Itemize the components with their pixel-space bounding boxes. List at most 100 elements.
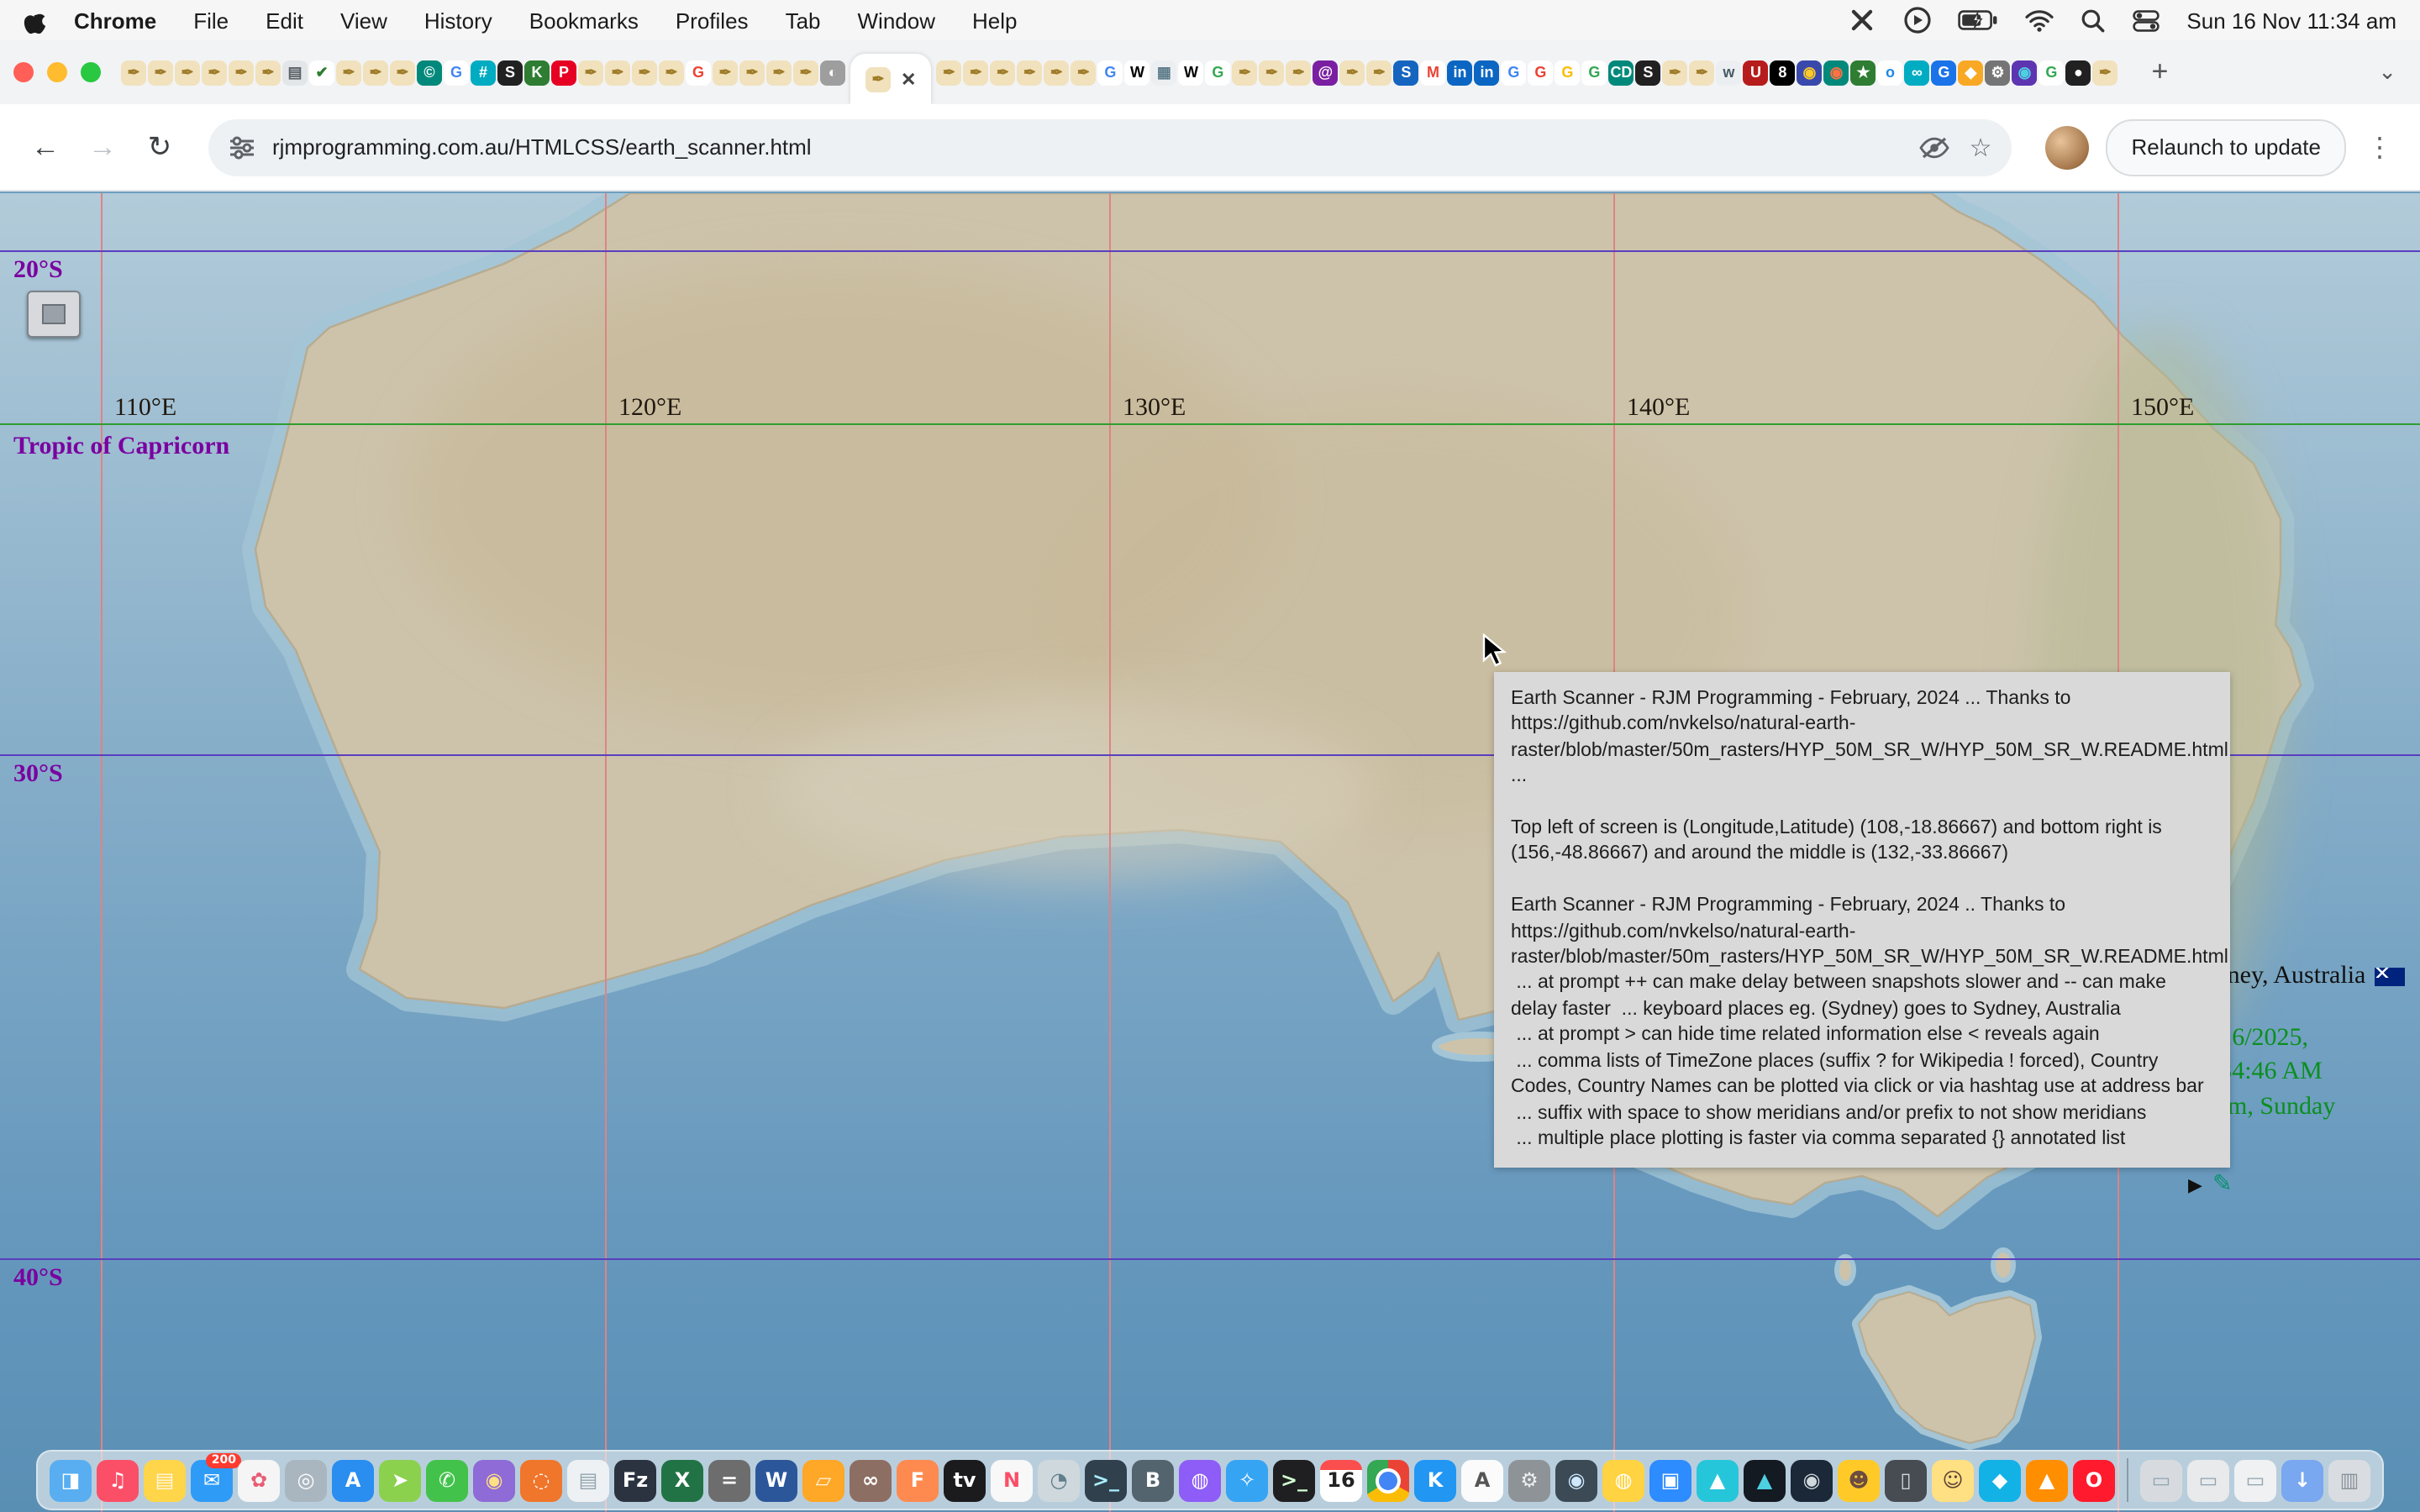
menu-item-chrome[interactable]: Chrome	[74, 8, 156, 33]
menu-item-view[interactable]: View	[340, 8, 387, 33]
steam-dock-icon[interactable]: ◉	[1791, 1459, 1833, 1501]
finale-dock-icon[interactable]: Fz	[614, 1459, 656, 1501]
tab-favicon-left-17[interactable]: P	[551, 60, 576, 85]
bbedit-dock-icon[interactable]: B	[1132, 1459, 1174, 1501]
tab-favicon-left-8[interactable]: ✔	[309, 60, 334, 85]
tab-favicon-right-26[interactable]: CD	[1608, 60, 1634, 85]
tab-favicon-right-39[interactable]: ◆	[1958, 60, 1983, 85]
control-center-icon[interactable]	[2133, 9, 2160, 31]
apple-tv-dock-icon[interactable]: tv	[944, 1459, 986, 1501]
tab-favicon-right-24[interactable]: G	[1555, 60, 1580, 85]
tab-favicon-right-13[interactable]: ✒	[1259, 60, 1284, 85]
tab-favicon-right-10[interactable]: W	[1178, 60, 1203, 85]
wifi-icon[interactable]	[2025, 9, 2054, 31]
tab-favicon-right-23[interactable]: G	[1528, 60, 1553, 85]
window-close-button[interactable]	[13, 62, 34, 82]
tab-favicon-right-6[interactable]: ✒	[1071, 60, 1096, 85]
tab-favicon-right-5[interactable]: ✒	[1044, 60, 1069, 85]
tab-favicon-left-7[interactable]: ▤	[282, 60, 308, 85]
word-dock-icon[interactable]: W	[755, 1459, 797, 1501]
tab-favicon-left-5[interactable]: ✒	[229, 60, 254, 85]
earth-scanner-map[interactable]: 110°E120°E130°E140°E150°E20°S30°S40°STro…	[0, 193, 2420, 1512]
profile-avatar[interactable]	[2045, 125, 2089, 169]
calculator-dock-icon[interactable]: =	[708, 1459, 750, 1501]
pencil-icon[interactable]: ✎	[2212, 1172, 2232, 1199]
snapshot-thumbnail[interactable]	[27, 291, 81, 338]
photo-booth-dock-icon[interactable]: ◉	[473, 1459, 515, 1501]
edit-row-2[interactable]: ▶ ✎	[2188, 1172, 2404, 1199]
tab-favicon-right-9[interactable]: ▦	[1151, 60, 1176, 85]
chrome-menu-icon[interactable]: ⋮	[2360, 130, 2400, 164]
active-tab[interactable]: ✒ ✕	[850, 54, 931, 104]
tab-favicon-right-40[interactable]: ⚙	[1985, 60, 2010, 85]
tab-favicon-left-11[interactable]: ✒	[390, 60, 415, 85]
tab-favicon-right-18[interactable]: S	[1393, 60, 1418, 85]
spotlight-search-icon[interactable]	[2081, 8, 2106, 33]
menubar-clock[interactable]: Sun 16 Nov 11:34 am	[2186, 8, 2396, 33]
window-thumb-1-dock-icon[interactable]: ▭	[2140, 1459, 2182, 1501]
new-tab-button[interactable]: +	[2141, 55, 2178, 89]
tab-favicon-right-31[interactable]: U	[1743, 60, 1768, 85]
documents-dock-icon[interactable]: ▤	[567, 1459, 609, 1501]
tab-favicon-left-22[interactable]: G	[686, 60, 711, 85]
tab-favicon-right-4[interactable]: ✒	[1017, 60, 1042, 85]
tab-favicon-right-34[interactable]: ◉	[1823, 60, 1849, 85]
reload-button[interactable]: ↻	[134, 122, 185, 172]
tab-close-icon[interactable]: ✕	[901, 68, 916, 90]
tab-favicon-left-4[interactable]: ✒	[202, 60, 227, 85]
tab-favicon-right-15[interactable]: @	[1313, 60, 1338, 85]
tab-favicon-left-19[interactable]: ✒	[605, 60, 630, 85]
tab-favicon-left-21[interactable]: ✒	[659, 60, 684, 85]
tab-favicon-left-24[interactable]: ✒	[739, 60, 765, 85]
window-thumb-2-dock-icon[interactable]: ▭	[2187, 1459, 2229, 1501]
site-settings-icon[interactable]	[229, 135, 255, 159]
preview-dock-icon[interactable]: ◎	[285, 1459, 327, 1501]
finder-dock-icon[interactable]: ◨	[50, 1459, 92, 1501]
tab-favicon-right-33[interactable]: ◉	[1797, 60, 1822, 85]
calendar-dock-icon[interactable]: 16	[1320, 1459, 1362, 1501]
tab-favicon-right-38[interactable]: G	[1931, 60, 1956, 85]
chrome-dock-icon[interactable]	[1367, 1459, 1409, 1501]
menu-item-help[interactable]: Help	[972, 8, 1018, 33]
mail-dock-icon[interactable]: ✉200	[191, 1459, 233, 1501]
forward-button[interactable]: →	[77, 122, 128, 172]
tab-favicon-left-1[interactable]: ✒	[121, 60, 146, 85]
tab-favicon-left-18[interactable]: ✒	[578, 60, 603, 85]
tab-favicon-right-12[interactable]: ✒	[1232, 60, 1257, 85]
tab-favicon-left-23[interactable]: ✒	[713, 60, 738, 85]
tab-favicon-left-16[interactable]: K	[524, 60, 550, 85]
window-thumb-3-dock-icon[interactable]: ▭	[2234, 1459, 2276, 1501]
tab-favicon-left-26[interactable]: ✒	[793, 60, 818, 85]
zoom-dock-icon[interactable]: ▣	[1649, 1459, 1691, 1501]
menu-item-edit[interactable]: Edit	[266, 8, 303, 33]
opera-dock-icon[interactable]: O	[2073, 1459, 2115, 1501]
tab-favicon-left-3[interactable]: ✒	[175, 60, 200, 85]
tab-favicon-left-12[interactable]: ©	[417, 60, 442, 85]
tab-favicon-left-10[interactable]: ✒	[363, 60, 388, 85]
tab-favicon-left-9[interactable]: ✒	[336, 60, 361, 85]
tab-favicon-left-15[interactable]: S	[497, 60, 523, 85]
pixelmator-dock-icon[interactable]: ▲	[1697, 1459, 1739, 1501]
back-button[interactable]: ←	[20, 122, 71, 172]
news-dock-icon[interactable]: N	[991, 1459, 1033, 1501]
kodi-dock-icon[interactable]: ◆	[1979, 1459, 2021, 1501]
tools-menu-icon[interactable]	[1850, 8, 1877, 32]
tab-favicon-right-32[interactable]: 8	[1770, 60, 1795, 85]
menu-item-profiles[interactable]: Profiles	[676, 8, 749, 33]
expand-arrow-icon[interactable]: ▶	[2188, 1174, 2202, 1196]
downloads-dock-icon[interactable]: ↓	[2281, 1459, 2323, 1501]
screen-mirroring-icon[interactable]	[1904, 7, 1931, 34]
tab-favicon-right-28[interactable]: ✒	[1662, 60, 1687, 85]
tab-favicon-right-7[interactable]: G	[1097, 60, 1123, 85]
menu-item-file[interactable]: File	[193, 8, 229, 33]
tab-favicon-right-2[interactable]: ✒	[963, 60, 988, 85]
battery-icon[interactable]	[1958, 10, 1998, 30]
tab-favicon-right-11[interactable]: G	[1205, 60, 1230, 85]
safari-dock-icon[interactable]: ✧	[1226, 1459, 1268, 1501]
vlc-dock-icon[interactable]: ▲	[2026, 1459, 2068, 1501]
menu-item-tab[interactable]: Tab	[786, 8, 821, 33]
tab-favicon-left-2[interactable]: ✒	[148, 60, 173, 85]
menu-item-window[interactable]: Window	[858, 8, 936, 33]
tab-favicon-right-3[interactable]: ✒	[990, 60, 1015, 85]
tab-favicon-left-6[interactable]: ✒	[255, 60, 281, 85]
